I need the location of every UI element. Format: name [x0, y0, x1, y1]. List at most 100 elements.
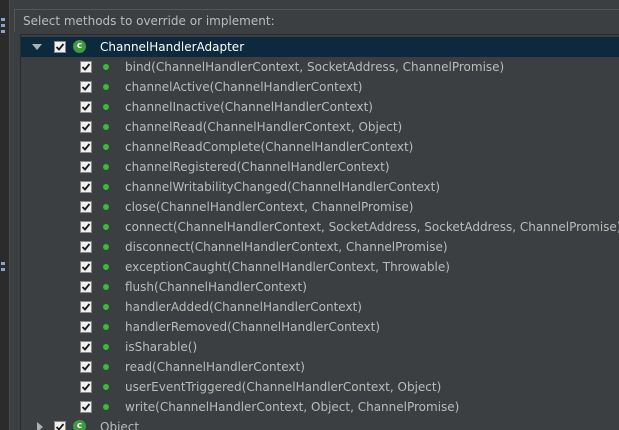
method-checkbox[interactable]	[80, 321, 92, 333]
tree-row-method[interactable]: connect(ChannelHandlerContext, SocketAdd…	[21, 217, 619, 237]
public-method-icon	[103, 84, 109, 90]
method-label: channelInactive(ChannelHandlerContext)	[125, 100, 373, 114]
method-label: channelRead(ChannelHandlerContext, Objec…	[125, 120, 403, 134]
check-mark-icon	[81, 123, 91, 131]
method-checkbox[interactable]	[80, 401, 92, 413]
public-method-icon	[103, 404, 109, 410]
method-label: handlerRemoved(ChannelHandlerContext)	[125, 320, 381, 334]
check-mark-icon	[81, 163, 91, 171]
tree-row-method[interactable]: userEventTriggered(ChannelHandlerContext…	[21, 377, 619, 397]
tree-row-method[interactable]: channelRead(ChannelHandlerContext, Objec…	[21, 117, 619, 137]
edge-marker	[1, 268, 5, 271]
tree-row-method[interactable]: exceptionCaught(ChannelHandlerContext, T…	[21, 257, 619, 277]
tree-row-method[interactable]: flush(ChannelHandlerContext)	[21, 277, 619, 297]
dialog-title: Select methods to override or implement:	[23, 14, 275, 28]
method-label: flush(ChannelHandlerContext)	[125, 280, 307, 294]
check-mark-icon	[81, 63, 91, 71]
tree-row-method[interactable]: channelReadComplete(ChannelHandlerContex…	[21, 137, 619, 157]
method-checkbox[interactable]	[80, 241, 92, 253]
method-checkbox[interactable]	[80, 361, 92, 373]
root-class-label: ChannelHandlerAdapter	[100, 40, 245, 54]
public-method-icon	[103, 144, 109, 150]
check-mark-icon	[81, 263, 91, 271]
object-class-label: Object	[100, 420, 140, 430]
method-checkbox[interactable]	[80, 281, 92, 293]
tree-row-method[interactable]: handlerAdded(ChannelHandlerContext)	[21, 297, 619, 317]
object-class-checkbox[interactable]	[54, 421, 66, 430]
method-label: disconnect(ChannelHandlerContext, Channe…	[125, 240, 448, 254]
method-label: channelActive(ChannelHandlerContext)	[125, 80, 363, 94]
public-method-icon	[103, 264, 109, 270]
public-method-icon	[103, 364, 109, 370]
method-checkbox[interactable]	[80, 121, 92, 133]
method-checkbox[interactable]	[80, 141, 92, 153]
check-mark-icon	[81, 203, 91, 211]
tree-row-method[interactable]: channelRegistered(ChannelHandlerContext)	[21, 157, 619, 177]
check-mark-icon	[81, 243, 91, 251]
check-mark-icon	[81, 103, 91, 111]
tree-row-method[interactable]: bind(ChannelHandlerContext, SocketAddres…	[21, 57, 619, 77]
check-mark-icon	[55, 43, 65, 51]
public-method-icon	[103, 344, 109, 350]
method-label: userEventTriggered(ChannelHandlerContext…	[125, 380, 442, 394]
edge-marker	[1, 18, 5, 21]
method-label: exceptionCaught(ChannelHandlerContext, T…	[125, 260, 450, 274]
edge-marker	[1, 30, 5, 33]
method-checkbox[interactable]	[80, 221, 92, 233]
tree-row-method[interactable]: channelActive(ChannelHandlerContext)	[21, 77, 619, 97]
method-checkbox[interactable]	[80, 381, 92, 393]
tree-row-object-class[interactable]: c Object	[21, 417, 619, 430]
tree-row-method[interactable]: handlerRemoved(ChannelHandlerContext)	[21, 317, 619, 337]
method-checkbox[interactable]	[80, 181, 92, 193]
override-methods-dialog: Select methods to override or implement:…	[0, 0, 619, 430]
expand-toggle-icon[interactable]	[32, 44, 42, 50]
tree-row-root-class[interactable]: c ChannelHandlerAdapter	[21, 37, 619, 57]
tree-row-method[interactable]: write(ChannelHandlerContext, Object, Cha…	[21, 397, 619, 417]
method-label: read(ChannelHandlerContext)	[125, 360, 305, 374]
public-method-icon	[103, 104, 109, 110]
public-method-icon	[103, 224, 109, 230]
tree-row-method[interactable]: channelWritabilityChanged(ChannelHandler…	[21, 177, 619, 197]
method-checkbox[interactable]	[80, 101, 92, 113]
class-icon: c	[73, 40, 86, 53]
check-mark-icon	[81, 83, 91, 91]
method-checkbox[interactable]	[80, 161, 92, 173]
check-mark-icon	[81, 363, 91, 371]
method-checkbox[interactable]	[80, 301, 92, 313]
method-label: write(ChannelHandlerContext, Object, Cha…	[125, 400, 460, 414]
tree-row-method[interactable]: close(ChannelHandlerContext, ChannelProm…	[21, 197, 619, 217]
method-checkbox[interactable]	[80, 61, 92, 73]
method-label: connect(ChannelHandlerContext, SocketAdd…	[125, 220, 619, 234]
method-label: close(ChannelHandlerContext, ChannelProm…	[125, 200, 414, 214]
tree-row-method[interactable]: isSharable()	[21, 337, 619, 357]
check-mark-icon	[81, 403, 91, 411]
tree-row-method[interactable]: disconnect(ChannelHandlerContext, Channe…	[21, 237, 619, 257]
collapse-toggle-icon[interactable]	[37, 422, 43, 430]
dialog-header: Select methods to override or implement:	[14, 9, 619, 32]
public-method-icon	[103, 184, 109, 190]
edge-marker	[1, 24, 5, 27]
method-label: bind(ChannelHandlerContext, SocketAddres…	[125, 60, 505, 74]
check-mark-icon	[81, 383, 91, 391]
public-method-icon	[103, 164, 109, 170]
check-mark-icon	[81, 283, 91, 291]
check-mark-icon	[81, 223, 91, 231]
method-checkbox[interactable]	[80, 81, 92, 93]
method-label: isSharable()	[125, 340, 198, 354]
method-label: channelRegistered(ChannelHandlerContext)	[125, 160, 390, 174]
class-icon: c	[73, 420, 86, 430]
root-class-checkbox[interactable]	[54, 41, 66, 53]
public-method-icon	[103, 284, 109, 290]
public-method-icon	[103, 384, 109, 390]
method-checkbox[interactable]	[80, 201, 92, 213]
check-mark-icon	[81, 183, 91, 191]
tree-row-method[interactable]: channelInactive(ChannelHandlerContext)	[21, 97, 619, 117]
public-method-icon	[103, 324, 109, 330]
tree-row-method[interactable]: read(ChannelHandlerContext)	[21, 357, 619, 377]
method-tree[interactable]: c ChannelHandlerAdapter bind(ChannelHand…	[20, 34, 619, 430]
check-mark-icon	[81, 143, 91, 151]
method-checkbox[interactable]	[80, 341, 92, 353]
method-label: channelReadComplete(ChannelHandlerContex…	[125, 140, 414, 154]
public-method-icon	[103, 64, 109, 70]
method-checkbox[interactable]	[80, 261, 92, 273]
